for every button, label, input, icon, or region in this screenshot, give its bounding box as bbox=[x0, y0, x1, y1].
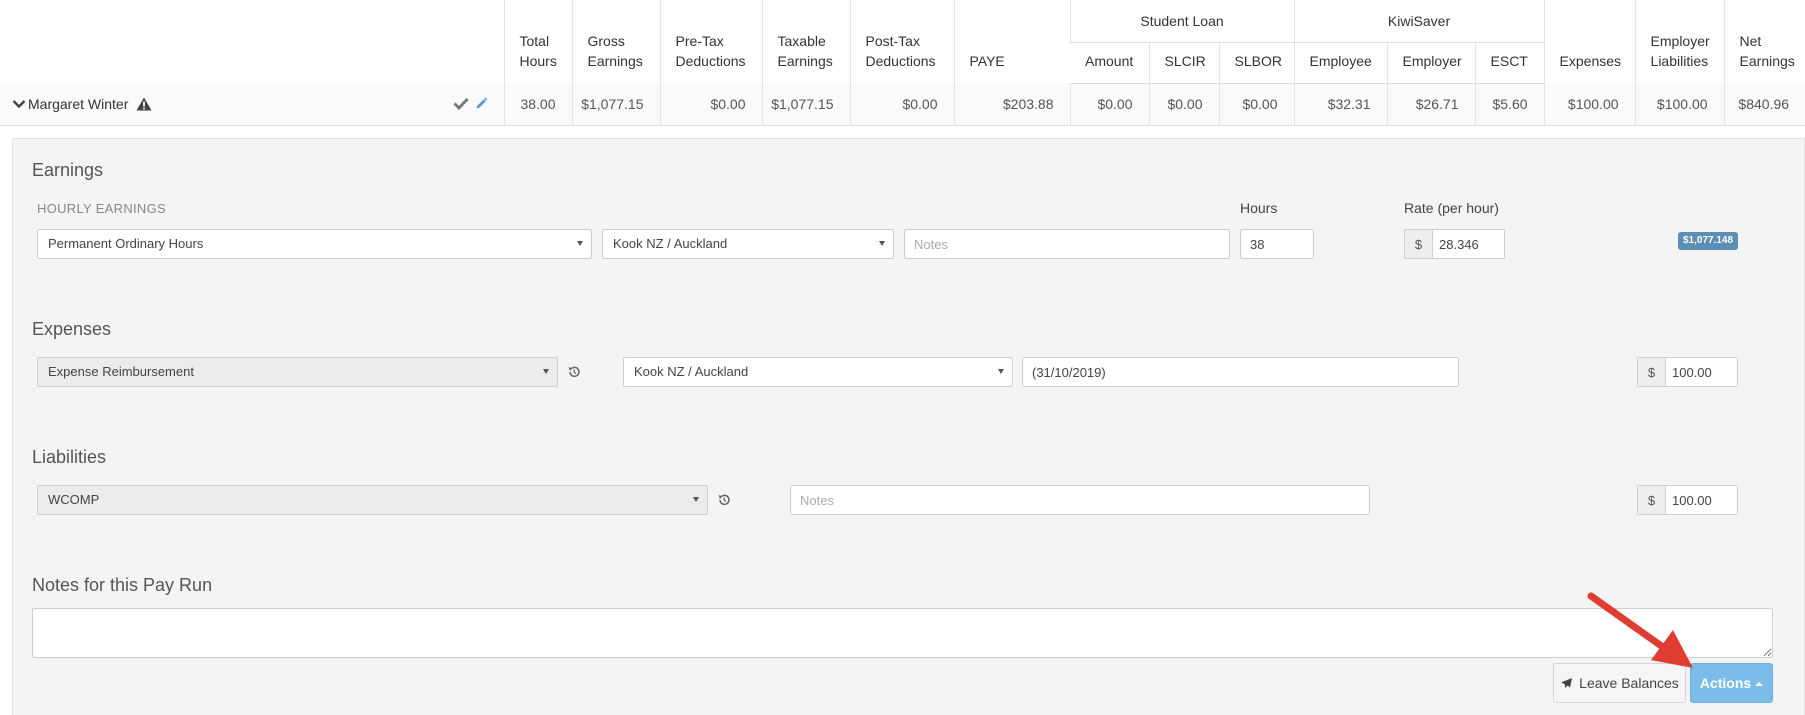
header-total-hours: Total Hours bbox=[503, 0, 572, 83]
pay-category-value: Permanent Ordinary Hours bbox=[48, 236, 204, 251]
liability-category-value: WCOMP bbox=[48, 492, 100, 507]
header-ks-esct: ESCT bbox=[1474, 41, 1545, 84]
chevron-down-icon[interactable] bbox=[12, 99, 26, 109]
reset-history-icon[interactable] bbox=[567, 365, 581, 379]
earnings-location-value: Kook NZ / Auckland bbox=[613, 236, 728, 251]
header-sl-amount: Amount bbox=[1070, 41, 1149, 84]
cell-post-tax-deductions: $0.00 bbox=[849, 83, 954, 126]
liability-category-select[interactable]: WCOMP bbox=[37, 485, 708, 515]
caret-down-icon bbox=[998, 369, 1004, 374]
earnings-notes-input[interactable] bbox=[904, 229, 1230, 259]
expense-location-value: Kook NZ / Auckland bbox=[634, 364, 749, 379]
expense-category-value: Expense Reimbursement bbox=[48, 364, 194, 379]
pencil-icon[interactable] bbox=[475, 97, 488, 110]
earnings-total-badge: $1,077.148 bbox=[1678, 232, 1739, 250]
caret-down-icon bbox=[543, 369, 549, 374]
actions-label: Actions bbox=[1699, 675, 1752, 691]
header-pre-tax-deductions: Pre-Tax Deductions bbox=[659, 0, 762, 83]
employee-column-header bbox=[0, 0, 504, 83]
pay-run-notes-textarea[interactable] bbox=[32, 608, 1773, 658]
liability-notes-input[interactable] bbox=[790, 485, 1370, 515]
earnings-title: Earnings bbox=[32, 160, 104, 180]
header-ks-employee: Employee bbox=[1293, 41, 1388, 84]
pay-run-notes-title: Notes for this Pay Run bbox=[32, 575, 213, 595]
expense-location-select[interactable]: Kook NZ / Auckland bbox=[623, 357, 1013, 387]
cell-sl-amount: $0.00 bbox=[1069, 83, 1149, 126]
cell-sl-slbor: $0.00 bbox=[1218, 83, 1295, 126]
cell-taxable-earnings: $1,077.15 bbox=[761, 83, 850, 126]
expense-notes-input[interactable] bbox=[1022, 357, 1459, 387]
liability-amount-input[interactable] bbox=[1666, 486, 1737, 514]
employee-name[interactable]: Margaret Winter bbox=[28, 96, 128, 112]
hours-label: Hours bbox=[1240, 200, 1278, 216]
header-expenses: Expenses bbox=[1543, 0, 1636, 83]
warning-icon[interactable] bbox=[136, 97, 152, 111]
cell-gross-earnings: $1,077.15 bbox=[571, 83, 660, 126]
cell-sl-slcir: $0.00 bbox=[1148, 83, 1219, 126]
caret-down-icon bbox=[577, 241, 583, 246]
cell-ks-employee: $32.31 bbox=[1293, 83, 1388, 126]
header-sl-slbor: SLBOR bbox=[1218, 41, 1295, 84]
header-ks-employer: Employer bbox=[1386, 41, 1476, 84]
header-net-earnings: Net Earnings bbox=[1723, 0, 1805, 83]
cell-ks-esct: $5.60 bbox=[1474, 83, 1545, 126]
cell-paye: $203.88 bbox=[953, 83, 1070, 126]
header-employer-liabilities: Employer Liabilities bbox=[1634, 0, 1725, 83]
payrun-summary-table: Total Hours Gross Earnings Pre-Tax Deduc… bbox=[0, 0, 1805, 126]
hours-input[interactable] bbox=[1240, 229, 1314, 259]
caret-up-icon bbox=[1755, 681, 1764, 686]
currency-addon: $ bbox=[1638, 486, 1666, 514]
header-student-loan-group: Student Loan bbox=[1069, 0, 1295, 43]
airplane-icon bbox=[1561, 677, 1573, 688]
pay-category-select[interactable]: Permanent Ordinary Hours bbox=[37, 229, 592, 259]
rate-input[interactable] bbox=[1433, 230, 1504, 258]
caret-down-icon bbox=[879, 241, 885, 246]
header-taxable-earnings: Taxable Earnings bbox=[761, 0, 850, 83]
liability-amount-group[interactable]: $ bbox=[1637, 485, 1738, 515]
header-kiwisaver-group: KiwiSaver bbox=[1293, 0, 1545, 43]
cell-net-earnings: $840.96 bbox=[1723, 83, 1805, 126]
expense-category-select[interactable]: Expense Reimbursement bbox=[37, 357, 558, 387]
header-gross-earnings: Gross Earnings bbox=[571, 0, 660, 83]
employee-cell[interactable]: Margaret Winter bbox=[0, 83, 504, 126]
earnings-location-select[interactable]: Kook NZ / Auckland bbox=[602, 229, 894, 259]
rate-input-group[interactable]: $ bbox=[1404, 229, 1505, 259]
cell-pre-tax-deductions: $0.00 bbox=[659, 83, 762, 126]
actions-button[interactable]: Actions bbox=[1690, 663, 1773, 703]
rate-label: Rate (per hour) bbox=[1404, 200, 1499, 216]
checkmark-icon[interactable] bbox=[453, 97, 469, 111]
reset-history-icon[interactable] bbox=[717, 493, 731, 507]
cell-employer-liabilities: $100.00 bbox=[1634, 83, 1725, 126]
header-sl-slcir: SLCIR bbox=[1148, 41, 1219, 84]
header-post-tax-deductions: Post-Tax Deductions bbox=[849, 0, 954, 83]
expense-amount-group[interactable]: $ bbox=[1637, 357, 1738, 387]
leave-balances-button[interactable]: Leave Balances bbox=[1553, 663, 1686, 703]
leave-balances-label: Leave Balances bbox=[1579, 675, 1679, 691]
header-paye: PAYE bbox=[953, 0, 1070, 83]
currency-addon: $ bbox=[1638, 358, 1666, 386]
cell-ks-employer: $26.71 bbox=[1386, 83, 1476, 126]
currency-addon: $ bbox=[1405, 230, 1433, 258]
cell-expenses: $100.00 bbox=[1543, 83, 1636, 126]
cell-total-hours: 38.00 bbox=[503, 83, 572, 126]
employee-row[interactable]: Margaret Winter 38.00 $1,077.15 $0.00 $1… bbox=[0, 83, 1805, 126]
hourly-earnings-label: HOURLY EARNINGS bbox=[37, 201, 166, 216]
liabilities-title: Liabilities bbox=[32, 447, 107, 467]
expenses-title: Expenses bbox=[32, 319, 112, 339]
caret-down-icon bbox=[693, 497, 699, 502]
expense-amount-input[interactable] bbox=[1666, 358, 1737, 386]
